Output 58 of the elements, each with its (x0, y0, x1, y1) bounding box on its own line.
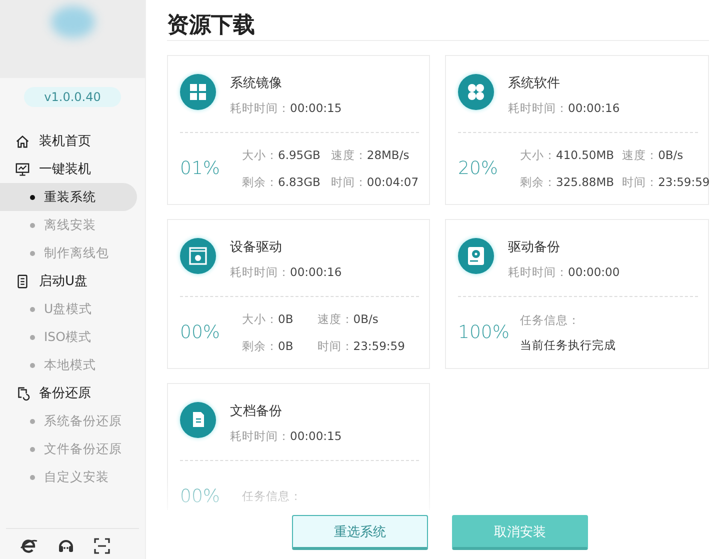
task-info-label: 任务信息： (520, 312, 581, 328)
progress-percent: 100% (458, 320, 510, 344)
reselect-system-button[interactable]: 重选系统 (292, 515, 428, 550)
nav-item[interactable]: 启动U盘 (0, 267, 145, 295)
version-badge: v1.0.0.40 (24, 87, 121, 107)
page-title: 资源下载 (167, 12, 255, 38)
size-stat: 大小：6.95GB (242, 148, 322, 162)
nav-subitem[interactable]: 系统备份还原 (0, 407, 137, 435)
speed-stat: 速度：0B/s (317, 312, 380, 326)
browser-icon[interactable] (20, 537, 38, 555)
document-icon (180, 402, 216, 438)
elapsed-time: 耗时时间：00:00:16 (230, 265, 342, 280)
nav-subitem[interactable]: 文件备份还原 (0, 435, 137, 463)
nav-subitem[interactable]: ISO模式 (0, 323, 137, 351)
nav-item[interactable]: 装机首页 (0, 127, 145, 155)
nav-subitem[interactable]: 本地模式 (0, 351, 137, 379)
time-stat: 时间：23:59:59 (317, 338, 406, 354)
hard-disk-icon (458, 238, 494, 274)
nav-item[interactable]: 备份还原 (0, 379, 145, 407)
time-stat: 时间：00:04:07 (330, 174, 420, 190)
home-icon (15, 134, 30, 148)
card-title: 文档备份 (230, 403, 283, 420)
nav-subitem[interactable]: U盘模式 (0, 295, 137, 323)
progress-percent: 01% (180, 156, 222, 180)
elapsed-time: 耗时时间：00:00:15 (230, 429, 342, 444)
elapsed-time: 耗时时间：00:00:00 (508, 265, 620, 280)
nav-item[interactable]: 一键装机 (0, 155, 145, 183)
size-stat: 大小：0B (242, 312, 294, 326)
card-title: 系统软件 (508, 75, 561, 92)
speed-stat: 速度：28MB/s (330, 148, 410, 162)
usb-drive-icon (15, 274, 30, 288)
remaining-stat: 剩余：6.83GB (242, 174, 322, 190)
scan-icon[interactable] (93, 537, 111, 555)
card-title: 设备驱动 (230, 239, 283, 256)
cancel-install-button[interactable]: 取消安装 (452, 515, 588, 550)
remaining-stat: 剩余：325.88MB (520, 174, 614, 190)
time-stat: 时间：23:59:59 (622, 174, 709, 190)
progress-percent: 00% (180, 320, 222, 344)
card-title: 驱动备份 (508, 239, 561, 256)
card-title: 系统镜像 (230, 75, 283, 92)
progress-percent: 20% (458, 156, 500, 180)
elapsed-time: 耗时时间：00:00:15 (230, 101, 342, 116)
remaining-stat: 剩余：0B (242, 338, 294, 354)
apps-icon (458, 74, 494, 110)
nav-subitem[interactable]: 制作离线包 (0, 239, 137, 267)
restore-icon (15, 386, 30, 400)
elapsed-time: 耗时时间：00:00:16 (508, 101, 620, 116)
task-info-label: 任务信息： (242, 489, 302, 504)
headset-icon[interactable] (56, 537, 74, 555)
size-stat: 大小：410.50MB (520, 148, 614, 162)
nav-subitem[interactable]: 自定义安装 (0, 463, 137, 491)
nav-subitem[interactable]: 离线安装 (0, 211, 137, 239)
windows-icon (180, 74, 216, 110)
task-info: 当前任务执行完成 (520, 338, 616, 352)
speed-stat: 速度：0B/s (622, 148, 684, 162)
progress-percent: 00% (180, 484, 222, 508)
monitor-icon (15, 162, 30, 176)
nav-subitem[interactable]: 重装系统 (0, 183, 137, 211)
